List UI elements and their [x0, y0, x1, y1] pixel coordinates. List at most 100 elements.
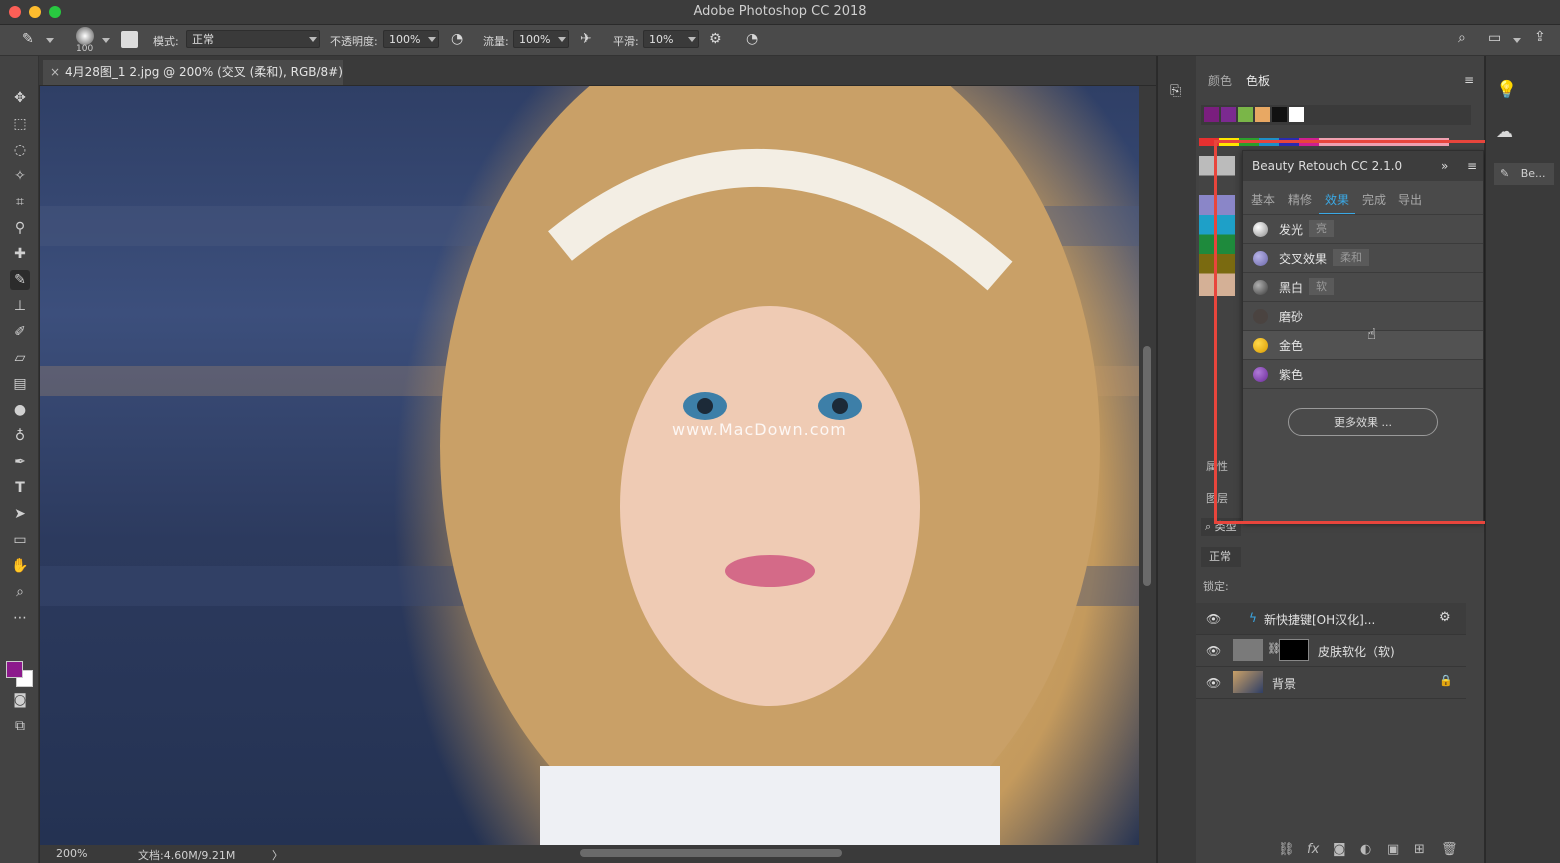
- add-mask-icon[interactable]: ◙: [1333, 842, 1346, 857]
- swatch[interactable]: [1272, 107, 1287, 122]
- workspace-chevron-down-icon[interactable]: [1513, 38, 1521, 43]
- document-tab-bar: × 4月28图_1 2.jpg @ 200% (交叉 (柔和), RGB/8#)…: [39, 56, 1156, 103]
- type-tool-icon[interactable]: T: [10, 478, 30, 498]
- brush-tool-icon[interactable]: ✎: [22, 32, 34, 46]
- lasso-tool-icon[interactable]: ◌: [10, 140, 30, 160]
- tool-preset-chevron-down-icon[interactable]: [46, 38, 54, 43]
- trash-icon[interactable]: 🗑: [1441, 842, 1458, 857]
- swatch[interactable]: [1238, 107, 1253, 122]
- horizontal-scroll-thumb[interactable]: [580, 849, 842, 857]
- quick-mask-icon[interactable]: ◙: [10, 690, 30, 710]
- search-icon[interactable]: ⌕: [1458, 31, 1466, 45]
- eraser-tool-icon[interactable]: ▱: [10, 348, 30, 368]
- opacity-label: 不透明度:: [330, 35, 378, 48]
- status-menu-arrow-icon[interactable]: 〉: [272, 847, 283, 863]
- fx-icon[interactable]: fx: [1307, 842, 1319, 857]
- panel-menu-icon[interactable]: ≡: [1464, 74, 1474, 86]
- airbrush-icon[interactable]: ✈: [580, 32, 592, 46]
- tab-color[interactable]: 颜色: [1208, 72, 1232, 89]
- document-tab[interactable]: × 4月28图_1 2.jpg @ 200% (交叉 (柔和), RGB/8#)…: [43, 60, 343, 103]
- eye-icon[interactable]: 👁: [1206, 612, 1221, 626]
- pressure-size-icon[interactable]: ◔: [746, 32, 758, 46]
- share-icon[interactable]: ⇪: [1534, 30, 1546, 44]
- image-canvas[interactable]: www.MacDown.com: [40, 86, 1139, 845]
- layer-name: 背景: [1272, 677, 1297, 691]
- portrait-image: [40, 86, 1139, 845]
- options-bar: ✎ 100 模式: 正常 不透明度: 100% ◔ 流量: 100% ✈ 平滑:…: [0, 25, 1560, 56]
- mode-select[interactable]: 正常: [186, 30, 320, 48]
- document-size: 文档:4.60M/9.21M: [138, 849, 236, 862]
- opacity-value: 100%: [389, 33, 421, 46]
- close-tab-icon[interactable]: ×: [50, 60, 60, 84]
- mode-label: 模式:: [153, 35, 179, 48]
- hand-tool-icon[interactable]: ✋: [10, 556, 30, 576]
- smoothing-chevron-down-icon[interactable]: [688, 37, 696, 42]
- eye-icon[interactable]: 👁: [1206, 676, 1221, 690]
- lock-icon: 🔒: [1439, 674, 1453, 687]
- quick-selection-tool-icon[interactable]: ✧: [10, 166, 30, 186]
- gradient-tool-icon[interactable]: ▤: [10, 374, 30, 394]
- layer-row[interactable]: 👁 ⛓ 皮肤软化（软): [1196, 635, 1466, 667]
- history-panel-icon[interactable]: ⎘: [1170, 84, 1181, 98]
- layer-row[interactable]: 👁 ϟ 新快捷键[OH汉化]... ⚙: [1196, 603, 1466, 635]
- highlight-box: [1214, 140, 1496, 524]
- workspace-icon[interactable]: ▭: [1488, 31, 1501, 45]
- blur-tool-icon[interactable]: ●: [10, 400, 30, 420]
- mode-chevron-down-icon: [309, 37, 317, 42]
- swatch[interactable]: [1255, 107, 1270, 122]
- zoom-tool-icon[interactable]: ⌕: [10, 582, 30, 602]
- move-tool-icon[interactable]: ✥: [10, 88, 30, 108]
- swatch[interactable]: [1289, 107, 1304, 122]
- pressure-opacity-icon[interactable]: ◔: [451, 32, 463, 46]
- foreground-color-swatch[interactable]: [6, 661, 23, 678]
- layer-row[interactable]: 👁 背景 🔒: [1196, 667, 1466, 699]
- flow-chevron-down-icon[interactable]: [558, 37, 566, 42]
- link-layers-icon[interactable]: ⛓: [1278, 842, 1295, 857]
- healing-brush-tool-icon[interactable]: ✚: [10, 244, 30, 264]
- brush-tool-icon[interactable]: ✎: [10, 270, 30, 290]
- smoothing-label: 平滑:: [613, 35, 639, 48]
- panel-icon-dock: ⎘: [1157, 56, 1196, 863]
- flow-label: 流量:: [483, 35, 509, 48]
- rectangle-tool-icon[interactable]: ▭: [10, 530, 30, 550]
- layer-name: 皮肤软化（软): [1318, 645, 1395, 659]
- eyedropper-tool-icon[interactable]: ⚲: [10, 218, 30, 238]
- eye-icon[interactable]: 👁: [1206, 644, 1221, 658]
- flow-value: 100%: [519, 33, 551, 46]
- brush-preview-icon[interactable]: [76, 27, 94, 45]
- tab-swatches[interactable]: 色板: [1246, 72, 1270, 89]
- screen-mode-icon[interactable]: ⧉: [10, 716, 30, 736]
- layer-blend-mode[interactable]: 正常: [1201, 547, 1241, 567]
- zoom-level[interactable]: 200%: [56, 847, 87, 860]
- gear-icon[interactable]: ⚙: [709, 32, 722, 46]
- brush-preset-chevron-down-icon[interactable]: [102, 38, 110, 43]
- creative-cloud-icon[interactable]: ☁: [1496, 124, 1513, 141]
- swatch[interactable]: [1204, 107, 1219, 122]
- new-group-icon[interactable]: ▣: [1387, 842, 1399, 857]
- opacity-chevron-down-icon[interactable]: [428, 37, 436, 42]
- new-layer-icon[interactable]: ⊞: [1414, 842, 1425, 857]
- layer-mask-thumbnail: [1279, 639, 1309, 661]
- scroll-thumb[interactable]: [1143, 346, 1151, 586]
- lightbulb-icon[interactable]: 💡: [1496, 82, 1517, 99]
- window-title: Adobe Photoshop CC 2018: [693, 4, 867, 19]
- layer-name: 新快捷键[OH汉化]...: [1264, 613, 1376, 627]
- layer-thumbnail: [1233, 639, 1263, 661]
- vertical-scrollbar[interactable]: [1139, 86, 1156, 845]
- more-tools-icon[interactable]: ⋯: [10, 608, 30, 628]
- pen-tool-icon[interactable]: ✒: [10, 452, 30, 472]
- dodge-tool-icon[interactable]: ♁: [10, 426, 30, 446]
- clone-stamp-tool-icon[interactable]: ⊥: [10, 296, 30, 316]
- history-brush-tool-icon[interactable]: ✐: [10, 322, 30, 342]
- adjustment-layer-icon[interactable]: ◐: [1360, 842, 1371, 857]
- watermark-text: www.MacDown.com: [672, 420, 847, 439]
- marquee-tool-icon[interactable]: ⬚: [10, 114, 30, 134]
- crop-tool-icon[interactable]: ⌗: [10, 192, 30, 212]
- swatch[interactable]: [1221, 107, 1236, 122]
- brush-settings-icon[interactable]: [121, 31, 138, 48]
- gear-icon[interactable]: ⚙: [1439, 610, 1451, 625]
- mode-value: 正常: [192, 33, 214, 46]
- lock-label: 锁定:: [1203, 580, 1229, 593]
- path-selection-tool-icon[interactable]: ➤: [10, 504, 30, 524]
- beauty-retouch-dock-button[interactable]: ✎ Be...: [1494, 163, 1554, 185]
